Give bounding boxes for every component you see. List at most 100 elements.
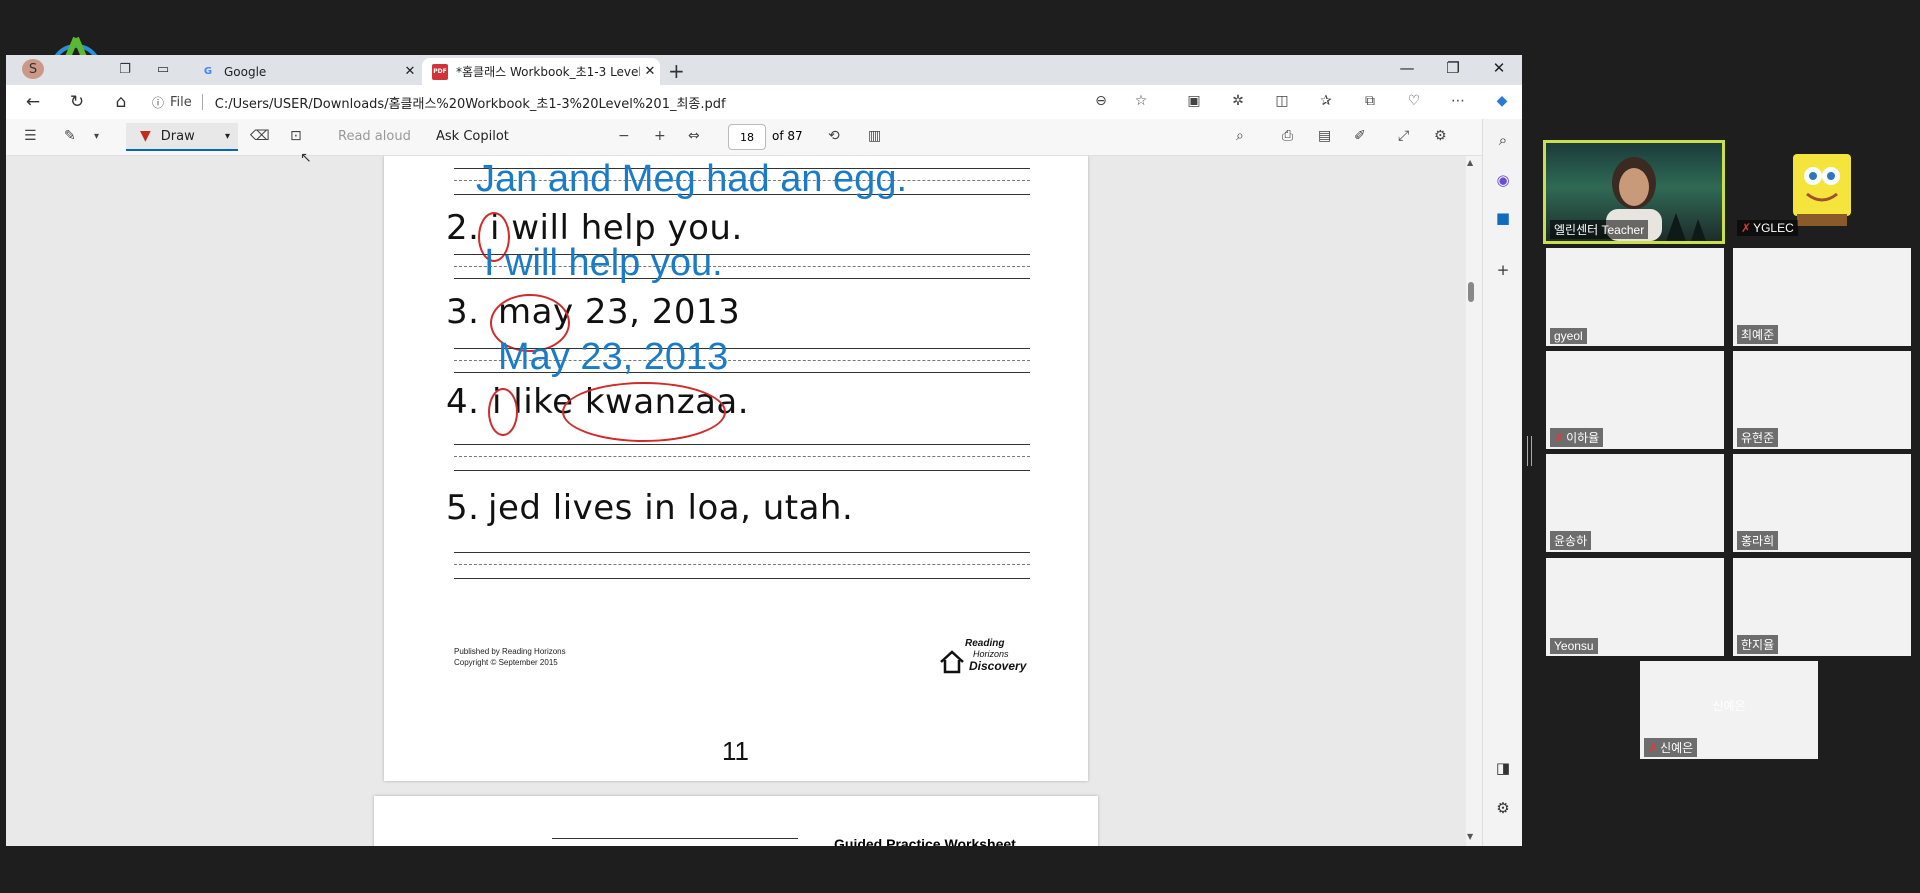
close-tab-icon[interactable]: ✕ <box>400 64 420 79</box>
participant-label: YGLEC <box>1753 221 1794 235</box>
vertical-scrollbar[interactable]: ▲ ▼ <box>1464 156 1478 846</box>
url-separator <box>201 94 203 110</box>
highlight-icon[interactable]: ✎ <box>64 128 76 144</box>
extension-icon[interactable]: ▣ <box>1184 93 1204 109</box>
participant-tile[interactable]: 홍라희 <box>1733 454 1911 552</box>
profile-avatar[interactable]: S <box>22 59 44 79</box>
eraser-icon[interactable]: ⌫ <box>250 128 270 144</box>
scroll-down-icon[interactable]: ▼ <box>1467 832 1473 841</box>
more-icon[interactable]: ⋯ <box>1448 93 1468 109</box>
chevron-down-icon[interactable]: ▾ <box>94 131 99 142</box>
participant-tile[interactable]: Yeonsu <box>1546 558 1724 656</box>
save-as-icon[interactable]: ✐ <box>1354 128 1366 144</box>
typed-answer-2: I will help you. <box>484 242 723 284</box>
address-bar: ← ↻ ⌂ ⓘ File C:/Users/USER/Downloads/홈클래… <box>6 85 1522 119</box>
pdf-favicon-icon: PDF <box>432 63 448 80</box>
zoom-in-icon[interactable]: + <box>654 128 666 144</box>
page-number: 11 <box>722 736 749 766</box>
page-view-icon[interactable]: ▥ <box>868 128 881 144</box>
close-window-icon[interactable]: ✕ <box>1484 59 1514 77</box>
favorite-star-icon[interactable]: ☆ <box>1131 93 1151 109</box>
copyright-line: Copyright © September 2015 <box>454 658 558 667</box>
participant-name: 최예준 <box>1737 325 1779 344</box>
draw-button[interactable]: ▼ Draw ▾ <box>126 123 238 151</box>
ask-copilot-button[interactable]: Ask Copilot <box>436 129 509 144</box>
close-tab-icon[interactable]: ✕ <box>640 64 660 79</box>
tab-pdf[interactable]: PDF *홈클래스 Workbook_초1-3 Level ✕ <box>422 58 660 85</box>
contents-list-icon[interactable]: ☰ <box>24 128 37 144</box>
page-number-input[interactable]: 18 <box>728 124 766 150</box>
muted-mic-icon: ✗ <box>1741 221 1752 235</box>
scroll-up-icon[interactable]: ▲ <box>1467 158 1473 167</box>
tab-google[interactable]: G Google ✕ <box>192 58 420 85</box>
participant-name: ✗ 이하율 <box>1550 428 1604 447</box>
fit-width-icon[interactable]: ⇔ <box>688 128 700 144</box>
participant-tile[interactable]: 신예은 ✗ 신예은 <box>1640 661 1818 759</box>
draw-label: Draw <box>160 128 195 144</box>
collections-icon[interactable]: ⧉ <box>1360 93 1380 109</box>
participant-name: gyeol <box>1550 328 1587 344</box>
settings-gear-icon[interactable]: ⚙ <box>1434 128 1447 144</box>
rotate-icon[interactable]: ⟲ <box>828 128 840 144</box>
copilot-icon[interactable]: ◆ <box>1492 93 1512 109</box>
collections-icon[interactable]: ❐ <box>116 61 134 77</box>
text-box-icon[interactable]: ⊡ <box>290 128 302 144</box>
house-logo-icon <box>940 650 964 674</box>
performance-icon[interactable]: ♡ <box>1404 93 1424 109</box>
new-tab-icon[interactable]: + <box>668 59 685 83</box>
participant-tile[interactable]: ✗ YGLEC <box>1733 140 1911 238</box>
typed-answer-3: May 23, 2013 <box>498 336 729 378</box>
outlook-icon[interactable]: ■ <box>1493 209 1513 227</box>
url-field[interactable]: ⓘ File C:/Users/USER/Downloads/홈클래스%20Wo… <box>152 89 1112 115</box>
sidebar-toggle-icon[interactable]: ◨ <box>1493 759 1513 777</box>
logo-text: Reading <box>965 638 1005 649</box>
back-icon[interactable]: ← <box>22 92 44 112</box>
puzzle-extensions-icon[interactable]: ✲ <box>1228 93 1248 109</box>
home-icon[interactable]: ⌂ <box>110 92 132 112</box>
participant-tile[interactable]: 엘린센터 Teacher <box>1543 140 1725 244</box>
panel-resize-handle[interactable] <box>1527 436 1532 466</box>
favorites-icon[interactable]: ✰ <box>1316 93 1336 109</box>
muted-mic-icon: ✗ <box>1648 741 1659 755</box>
sidebar-settings-icon[interactable]: ⚙ <box>1493 799 1513 817</box>
participant-name: 한지율 <box>1737 635 1779 654</box>
participant-label: 이하율 <box>1566 431 1600 445</box>
chevron-down-icon: ▾ <box>224 130 230 142</box>
tab-title: Google <box>224 64 267 79</box>
save-icon[interactable]: ▤ <box>1318 128 1331 144</box>
search-icon[interactable]: ⌕ <box>1236 128 1244 144</box>
print-icon[interactable]: ⎙ <box>1282 128 1293 144</box>
pdf-viewer[interactable]: Jan and Meg had an egg. 2. i will help y… <box>6 156 1466 846</box>
add-sidebar-app-icon[interactable]: + <box>1493 261 1513 279</box>
participant-tile[interactable]: gyeol <box>1546 248 1724 346</box>
participant-tile[interactable]: 최예준 <box>1733 248 1911 346</box>
zoom-out-icon[interactable]: − <box>618 128 630 144</box>
refresh-icon[interactable]: ↻ <box>66 92 88 112</box>
copilot-sidebar-icon[interactable]: ◉ <box>1493 171 1513 189</box>
scroll-thumb[interactable] <box>1468 282 1474 302</box>
reading-horizons-logo: Reading Horizons Discovery <box>939 638 1029 678</box>
participant-tile[interactable]: 윤송하 <box>1546 454 1724 552</box>
zoom-out-icon[interactable]: ⊖ <box>1091 93 1111 109</box>
participant-name: 홍라희 <box>1737 531 1779 550</box>
search-icon[interactable]: ⌕ <box>1493 131 1513 149</box>
split-screen-icon[interactable]: ◫ <box>1272 93 1292 109</box>
url-text: C:/Users/USER/Downloads/홈클래스%20Workbook_… <box>214 96 726 112</box>
participant-name: 유현준 <box>1737 428 1779 447</box>
minimize-icon[interactable]: — <box>1392 59 1422 77</box>
restore-icon[interactable]: ❐ <box>1438 59 1468 77</box>
writing-line <box>454 456 1030 457</box>
google-favicon-icon: G <box>203 66 213 77</box>
fullscreen-icon[interactable]: ⤢ <box>1398 128 1409 144</box>
participant-name: 엘린센터 Teacher <box>1550 220 1649 239</box>
read-aloud-button[interactable]: Read aloud <box>338 129 411 144</box>
participant-tile[interactable]: 한지율 <box>1733 558 1911 656</box>
participant-tile[interactable]: ✗ 이하율 <box>1546 351 1724 449</box>
tab-actions-icon[interactable]: ▭ <box>154 61 172 77</box>
info-icon[interactable]: ⓘ <box>152 94 164 111</box>
participant-tile[interactable]: 유현준 <box>1733 351 1911 449</box>
participant-name: ✗ YGLEC <box>1737 220 1798 236</box>
edge-sidebar: ⌕ ◉ ■ + ◨ ⚙ <box>1482 119 1522 846</box>
avatar <box>1793 154 1851 226</box>
logo-text: Discovery <box>969 659 1027 673</box>
